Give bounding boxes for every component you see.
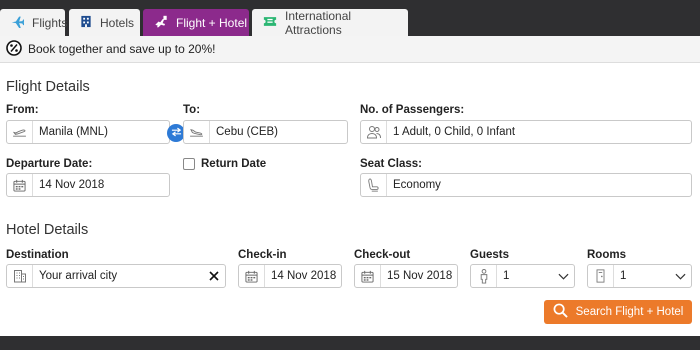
swap-icon	[171, 126, 182, 140]
plane-landing-icon	[184, 121, 210, 143]
hotel-details-title: Hotel Details	[6, 222, 89, 238]
seat-class-field[interactable]: Economy	[360, 173, 692, 197]
footer-bar	[0, 336, 700, 350]
check-in-label: Check-in	[238, 249, 287, 261]
check-in-field[interactable]: 14 Nov 2018	[238, 264, 342, 288]
return-date-checkbox[interactable]	[183, 158, 195, 170]
plane-building-icon	[154, 15, 176, 31]
departure-date-value: 14 Nov 2018	[39, 179, 105, 191]
rooms-select[interactable]: 1	[587, 264, 692, 288]
check-out-value: 15 Nov 2018	[387, 270, 453, 282]
destination-label: Destination	[6, 249, 69, 261]
calendar-icon	[355, 265, 381, 287]
from-field[interactable]: Manila (MNL)	[6, 120, 170, 144]
person-icon	[471, 265, 497, 287]
tab-label: International Attractions	[285, 8, 352, 37]
rooms-value: 1	[620, 270, 627, 282]
chevron-down-icon	[669, 273, 691, 280]
from-label: From:	[6, 104, 39, 116]
to-field[interactable]: Cebu (CEB)	[183, 120, 348, 144]
to-label: To:	[183, 104, 201, 116]
search-button-label: Search Flight + Hotel	[575, 306, 684, 318]
tab-international-attractions[interactable]: International Attractions	[252, 8, 408, 37]
booking-panel: Flight Details From: Manila (MNL) To: Ce…	[0, 63, 700, 336]
chevron-down-icon	[552, 273, 574, 280]
to-value: Cebu (CEB)	[216, 126, 278, 138]
return-date-label[interactable]: Return Date	[201, 158, 266, 170]
plane-icon	[11, 15, 32, 31]
flight-details-title: Flight Details	[6, 79, 90, 95]
tab-hotels[interactable]: Hotels	[69, 9, 140, 36]
passengers-value: 1 Adult, 0 Child, 0 Infant	[393, 126, 516, 138]
guests-label: Guests	[470, 249, 509, 261]
ticket-icon	[263, 16, 285, 30]
check-out-label: Check-out	[354, 249, 411, 261]
tab-flights[interactable]: Flights	[0, 9, 68, 36]
building-icon	[80, 15, 100, 31]
people-icon	[361, 121, 387, 143]
destination-field[interactable]: Your arrival city	[6, 264, 226, 288]
search-flight-hotel-button[interactable]: Search Flight + Hotel	[544, 300, 692, 324]
percent-icon	[6, 39, 28, 59]
calendar-icon	[239, 265, 265, 287]
check-in-value: 14 Nov 2018	[271, 270, 337, 282]
from-value: Manila (MNL)	[39, 126, 109, 138]
destination-value: Your arrival city	[39, 270, 118, 282]
seat-class-value: Economy	[393, 179, 441, 191]
guests-select[interactable]: 1	[470, 264, 575, 288]
plane-takeoff-icon	[7, 121, 33, 143]
promo-banner: Book together and save up to 20%!	[0, 36, 700, 63]
door-icon	[588, 265, 614, 287]
tab-flight-hotel[interactable]: Flight + Hotel	[143, 9, 249, 36]
departure-date-field[interactable]: 14 Nov 2018	[6, 173, 170, 197]
building-icon	[7, 265, 33, 287]
tab-label: Flights	[32, 15, 68, 30]
tab-bar: Flights Hotels Flight + Hotel Internatio…	[0, 0, 700, 37]
guests-value: 1	[503, 270, 510, 282]
calendar-icon	[7, 174, 33, 196]
seat-icon	[361, 174, 387, 196]
clear-icon[interactable]	[203, 271, 225, 281]
departure-date-label: Departure Date:	[6, 158, 93, 170]
rooms-label: Rooms	[587, 249, 626, 261]
passengers-field[interactable]: 1 Adult, 0 Child, 0 Infant	[360, 120, 692, 144]
tab-label: Hotels	[100, 15, 135, 30]
promo-text: Book together and save up to 20%!	[28, 42, 216, 56]
passengers-label: No. of Passengers:	[360, 104, 465, 116]
seat-class-label: Seat Class:	[360, 158, 423, 170]
check-out-field[interactable]: 15 Nov 2018	[354, 264, 458, 288]
tab-label: Flight + Hotel	[176, 15, 248, 30]
search-icon	[553, 303, 576, 321]
